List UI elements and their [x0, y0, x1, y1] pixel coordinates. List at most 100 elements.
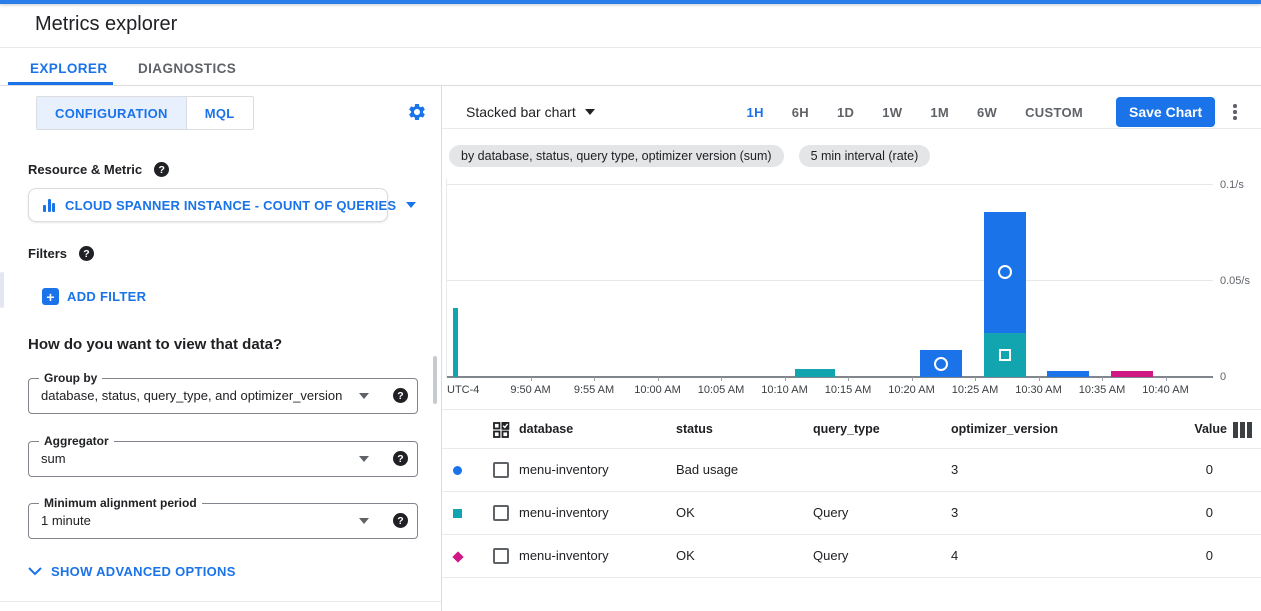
mql-toggle[interactable]: MQL: [186, 97, 253, 129]
x-tick: [785, 377, 786, 381]
x-axis-label: 10:25 AM: [952, 384, 998, 396]
table-row[interactable]: menu-inventoryOKQuery30: [442, 492, 1261, 535]
chart-bar-segment[interactable]: [984, 212, 1026, 333]
x-tick: [912, 377, 913, 381]
view-data-heading: How do you want to view that data?: [28, 336, 282, 353]
metric-selector[interactable]: CLOUD SPANNER INSTANCE - COUNT OF QUERIE…: [28, 188, 388, 222]
chart-bar-segment[interactable]: [920, 350, 962, 377]
configuration-toggle[interactable]: CONFIGURATION: [37, 97, 186, 129]
chip-row: by database, status, query type, optimiz…: [449, 145, 930, 167]
cell-value: 0: [1206, 492, 1213, 534]
chart-type-label: Stacked bar chart: [466, 104, 576, 120]
series-marker-icon: [452, 551, 463, 562]
header-divider: [0, 47, 1261, 48]
cell-database: menu-inventory: [519, 535, 609, 577]
chart-type-dropdown[interactable]: Stacked bar chart: [466, 104, 595, 120]
tab-diagnostics[interactable]: DIAGNOSTICS: [138, 61, 236, 76]
x-tick: [975, 377, 976, 381]
chart-plot: UTC-4 9:50 AM9:55 AM10:00 AM10:05 AM10:1…: [447, 178, 1213, 377]
columns-icon[interactable]: [1233, 422, 1252, 438]
chevron-down-icon: [28, 567, 42, 576]
select-all-icon[interactable]: [492, 421, 510, 439]
column-header-value[interactable]: Value: [1194, 410, 1227, 449]
metric-selector-label: CLOUD SPANNER INSTANCE - COUNT OF QUERIE…: [65, 198, 396, 213]
alignment-period-value: 1 minute: [41, 504, 91, 538]
x-axis-label: 10:10 AM: [761, 384, 807, 396]
x-tick: [1102, 377, 1103, 381]
help-icon[interactable]: ?: [154, 162, 169, 177]
resource-metric-section: Resource & Metric ?: [28, 162, 169, 177]
column-header-query-type[interactable]: query_type: [813, 410, 880, 449]
resource-metric-label: Resource & Metric: [28, 162, 142, 177]
column-header-status[interactable]: status: [676, 410, 713, 449]
time-range-custom[interactable]: CUSTOM: [1025, 105, 1083, 120]
alignment-period-field[interactable]: Minimum alignment period 1 minute ?: [28, 503, 418, 539]
group-by-chip: by database, status, query type, optimiz…: [449, 145, 784, 167]
aggregator-field[interactable]: Aggregator sum ?: [28, 441, 418, 477]
chart-bar-segment[interactable]: [795, 369, 836, 377]
time-range-6h[interactable]: 6H: [792, 105, 809, 120]
column-header-optimizer-version[interactable]: optimizer_version: [951, 410, 1058, 449]
help-icon[interactable]: ?: [393, 388, 408, 403]
time-range-1d[interactable]: 1D: [837, 105, 854, 120]
y-axis-label: 0.1/s: [1220, 179, 1244, 191]
row-checkbox[interactable]: [493, 548, 509, 564]
table-row[interactable]: menu-inventoryOKQuery40: [442, 535, 1261, 578]
chevron-down-icon: [359, 518, 369, 524]
time-range-1w[interactable]: 1W: [882, 105, 902, 120]
x-axis-label: 10:40 AM: [1142, 384, 1188, 396]
table-row[interactable]: menu-inventoryBad usage30: [442, 449, 1261, 492]
chart-bar-segment[interactable]: [453, 308, 458, 377]
time-range-group: 1H 6H 1D 1W 1M 6W CUSTOM: [747, 105, 1083, 120]
circle-marker-icon: [998, 265, 1012, 279]
square-marker-icon: [999, 349, 1011, 361]
chart-bar-segment[interactable]: [1111, 371, 1153, 377]
column-header-database[interactable]: database: [519, 410, 573, 449]
x-axis-label: 10:30 AM: [1015, 384, 1061, 396]
x-axis-label: 10:35 AM: [1079, 384, 1125, 396]
plot-left-edge: [446, 178, 447, 377]
plus-icon: +: [42, 288, 59, 305]
show-advanced-options[interactable]: SHOW ADVANCED OPTIONS: [28, 564, 236, 579]
row-checkbox[interactable]: [493, 505, 509, 521]
row-checkbox[interactable]: [493, 462, 509, 478]
circle-marker-icon: [934, 357, 948, 371]
filters-section: Filters ?: [28, 246, 94, 261]
top-accent-bar: [0, 0, 1261, 4]
time-range-1m[interactable]: 1M: [930, 105, 949, 120]
add-filter-button[interactable]: + ADD FILTER: [42, 288, 146, 305]
time-range-6w[interactable]: 6W: [977, 105, 997, 120]
panel-scrollbar-thumb[interactable]: [433, 356, 437, 404]
show-advanced-options-label: SHOW ADVANCED OPTIONS: [51, 564, 236, 579]
timezone-label: UTC-4: [447, 384, 479, 396]
chart-bar-segment[interactable]: [1047, 371, 1089, 377]
time-range-1h[interactable]: 1H: [747, 105, 764, 120]
x-axis-label: 9:50 AM: [510, 384, 550, 396]
help-icon[interactable]: ?: [393, 451, 408, 466]
x-axis-label: 10:00 AM: [634, 384, 680, 396]
series-marker-icon: [453, 509, 462, 518]
settings-gear-icon[interactable]: [407, 102, 427, 122]
gridline: [447, 280, 1213, 281]
tabbar-divider: [0, 85, 1261, 86]
left-scrollbar-thumb[interactable]: [0, 272, 4, 308]
toolbar-divider: [442, 128, 1261, 129]
save-chart-button[interactable]: Save Chart: [1116, 97, 1215, 127]
chevron-down-icon: [585, 109, 595, 115]
legend-table-header: database status query_type optimizer_ver…: [442, 409, 1261, 449]
y-axis-label: 0.05/s: [1220, 275, 1250, 287]
x-tick: [1166, 377, 1167, 381]
panel-bottom-divider: [0, 601, 441, 602]
tab-explorer[interactable]: EXPLORER: [30, 61, 107, 76]
add-filter-label: ADD FILTER: [67, 289, 146, 304]
chart-bar-segment[interactable]: [984, 333, 1026, 377]
cell-database: menu-inventory: [519, 492, 609, 534]
help-icon[interactable]: ?: [393, 513, 408, 528]
help-icon[interactable]: ?: [79, 246, 94, 261]
chevron-down-icon: [359, 456, 369, 462]
y-axis-label: 0: [1220, 371, 1226, 383]
x-tick: [658, 377, 659, 381]
cell-status: OK: [676, 492, 695, 534]
group-by-field[interactable]: Group by database, status, query_type, a…: [28, 378, 418, 414]
overflow-menu-icon[interactable]: [1228, 103, 1242, 121]
